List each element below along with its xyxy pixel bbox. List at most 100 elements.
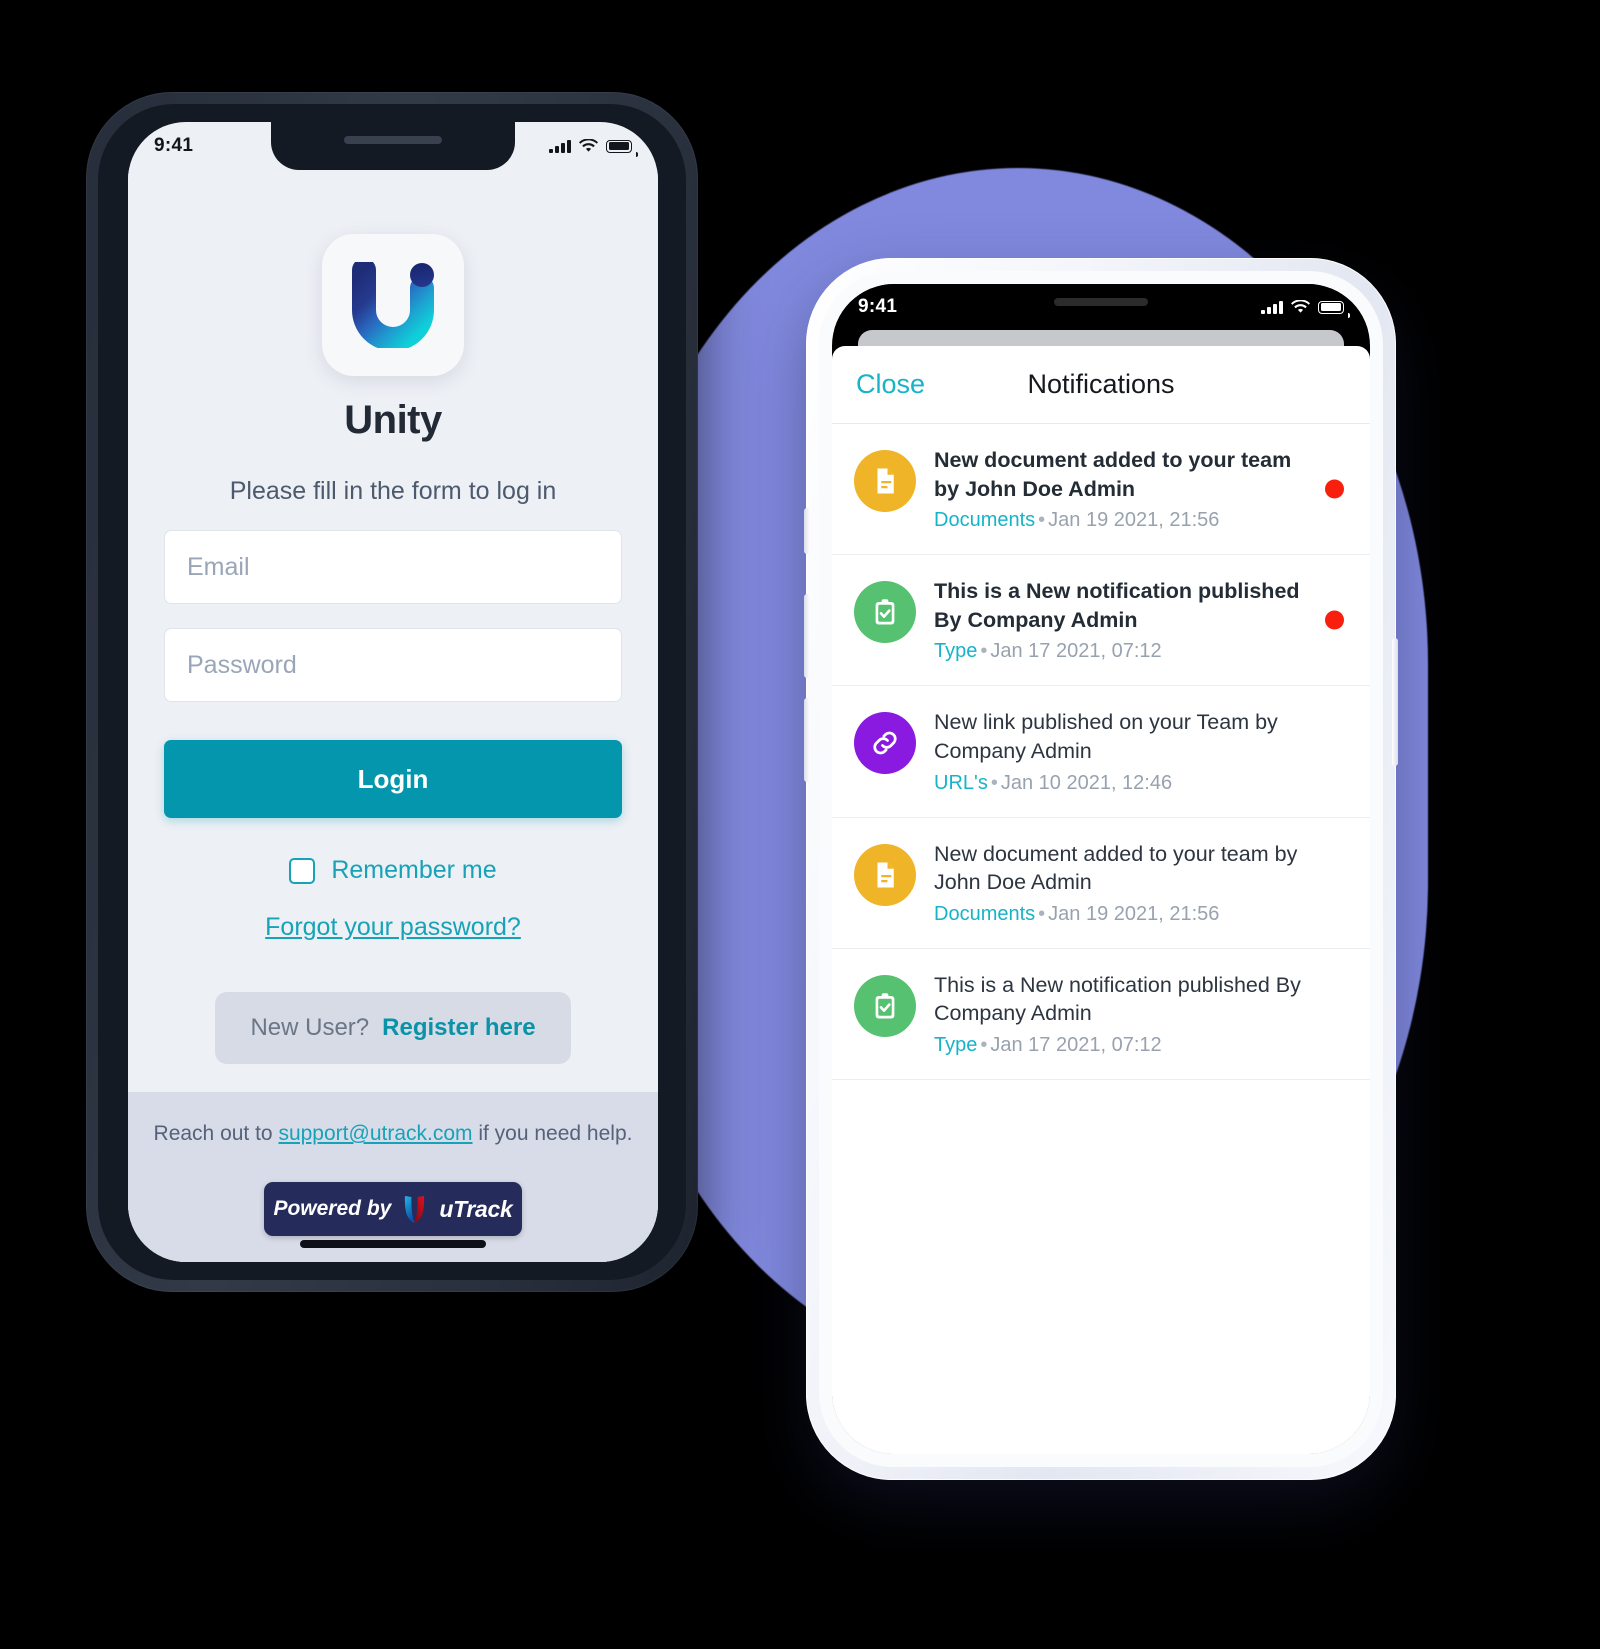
notification-title: New document added to your team by John … (934, 841, 1298, 895)
clipboard-check-icon (875, 599, 895, 625)
notch (271, 122, 515, 170)
notification-meta: Type • Jan 17 2021, 07:12 (934, 1033, 1316, 1057)
status-time-right: 9:41 (858, 296, 898, 317)
wifi-icon (1291, 300, 1310, 313)
login-screen: 9:41 Unity Please fill in the form to lo… (128, 122, 658, 1262)
notification-text: New document added to your team by John … (934, 446, 1350, 532)
notification-date: Jan 19 2021, 21:56 (1048, 902, 1220, 925)
notification-category[interactable]: Documents (934, 509, 1035, 531)
close-button[interactable]: Close (856, 369, 925, 400)
notifications-screen: 9:41 Close Notifications New document ad… (832, 284, 1370, 1454)
meta-separator: • (990, 771, 998, 794)
status-icons (549, 139, 638, 157)
login-content: Unity Please fill in the form to log in … (128, 170, 658, 1262)
notification-category[interactable]: URL's (934, 772, 988, 794)
page-title: Unity (344, 398, 442, 442)
email-input[interactable] (187, 552, 599, 582)
notification-date: Jan 17 2021, 07:12 (990, 1033, 1162, 1056)
login-footer: Reach out to support@utrack.com if you n… (128, 1092, 658, 1262)
email-field-wrapper[interactable] (164, 530, 622, 604)
help-prefix: Reach out to (153, 1122, 279, 1145)
list-item[interactable]: New document added to your team by John … (832, 424, 1370, 556)
meta-separator: • (980, 640, 988, 663)
unity-u-logo-icon (352, 262, 434, 348)
powered-by-utrack-badge[interactable]: Powered by uTrack (264, 1182, 522, 1236)
register-banner[interactable]: New User? Register here (215, 992, 571, 1064)
support-email-link[interactable]: support@utrack.com (278, 1122, 472, 1145)
power-button-right[interactable] (1392, 638, 1398, 766)
wifi-icon (579, 139, 598, 152)
utrack-brand-label: uTrack (439, 1195, 513, 1222)
notification-meta: Documents • Jan 19 2021, 21:56 (934, 508, 1316, 532)
notification-title: This is a New notification published By … (934, 972, 1301, 1026)
notifications-sheet: Close Notifications New document added t… (832, 346, 1370, 1454)
document-icon (877, 862, 894, 888)
status-icons-right (1261, 300, 1350, 318)
password-input[interactable] (187, 650, 599, 680)
notification-category[interactable]: Type (934, 640, 977, 662)
notification-category[interactable]: Documents (934, 903, 1035, 925)
unread-dot-indicator (1325, 479, 1344, 499)
notification-title: New document added to your team by John … (934, 448, 1292, 501)
register-question: New User? (250, 1014, 370, 1041)
sheet-header: Close Notifications (832, 346, 1370, 424)
meta-separator: • (980, 1033, 988, 1056)
password-field-wrapper[interactable] (164, 628, 622, 702)
document-icon (877, 468, 894, 494)
login-phone-device: 9:41 Unity Please fill in the form to lo… (86, 92, 698, 1292)
notifications-phone-device: 9:41 Close Notifications New document ad… (804, 258, 1398, 1480)
remember-me-label: Remember me (331, 856, 497, 884)
checkbox-unchecked-icon[interactable] (289, 857, 316, 884)
home-indicator-bar[interactable] (300, 1240, 486, 1248)
list-item[interactable]: This is a New notification published By … (832, 555, 1370, 687)
utrack-u-mark-icon (405, 1196, 425, 1223)
support-help-line: Reach out to support@utrack.com if you n… (146, 1122, 640, 1146)
notification-date: Jan 17 2021, 07:12 (990, 640, 1162, 663)
notification-category[interactable]: Type (934, 1034, 977, 1056)
powered-by-label: Powered by (273, 1197, 392, 1220)
status-time: 9:41 (154, 135, 194, 156)
notification-date: Jan 19 2021, 21:56 (1048, 509, 1220, 532)
notification-avatar (854, 843, 916, 906)
volume-down-button-right[interactable] (804, 698, 810, 782)
notification-title: New link published on your Team by Compa… (934, 710, 1278, 763)
list-item[interactable]: New document added to your team by John … (832, 818, 1370, 949)
unread-dot-indicator (1325, 610, 1344, 630)
notification-date: Jan 10 2021, 12:46 (1000, 771, 1173, 794)
meta-separator: • (1038, 509, 1046, 532)
login-form-area: Unity Please fill in the form to log in … (128, 170, 658, 1092)
notification-text: This is a New notification published By … (934, 577, 1350, 663)
notification-avatar (854, 581, 916, 644)
volume-up-button-right[interactable] (804, 594, 810, 678)
cellular-signal-icon (549, 139, 571, 153)
notifications-list[interactable]: New document added to your team by John … (832, 424, 1370, 1454)
register-here-link[interactable]: Register here (382, 1014, 535, 1042)
help-suffix: if you need help. (472, 1122, 633, 1145)
app-logo-tile (322, 234, 464, 376)
remember-me-row[interactable]: Remember me (164, 856, 622, 885)
notification-text: This is a New notification published By … (934, 971, 1350, 1057)
notification-avatar (854, 712, 916, 775)
notification-avatar (854, 974, 916, 1037)
list-item[interactable]: This is a New notification published By … (832, 949, 1370, 1080)
notification-text: New link published on your Team by Compa… (934, 708, 1350, 794)
notification-avatar (854, 450, 916, 512)
notification-meta: Type • Jan 17 2021, 07:12 (934, 639, 1316, 663)
battery-full-icon (606, 139, 638, 157)
login-subtitle: Please fill in the form to log in (229, 477, 557, 505)
list-item[interactable]: New link published on your Team by Compa… (832, 686, 1370, 818)
cellular-signal-icon (1261, 300, 1283, 314)
silent-switch-button-right[interactable] (804, 508, 810, 554)
battery-full-icon (1318, 300, 1350, 318)
notification-meta: Documents • Jan 19 2021, 21:56 (934, 902, 1316, 926)
notch-right (982, 284, 1220, 330)
clipboard-check-icon (875, 993, 895, 1019)
notification-meta: URL's • Jan 10 2021, 12:46 (934, 771, 1316, 795)
notification-text: New document added to your team by John … (934, 840, 1350, 926)
forgot-password-link[interactable]: Forgot your password? (164, 913, 622, 942)
notification-title: This is a New notification published By … (934, 579, 1300, 632)
mockup-stage: 9:41 Unity Please fill in the form to lo… (0, 0, 1600, 1649)
link-chain-icon (873, 732, 897, 755)
meta-separator: • (1038, 902, 1046, 925)
login-button[interactable]: Login (164, 740, 622, 818)
